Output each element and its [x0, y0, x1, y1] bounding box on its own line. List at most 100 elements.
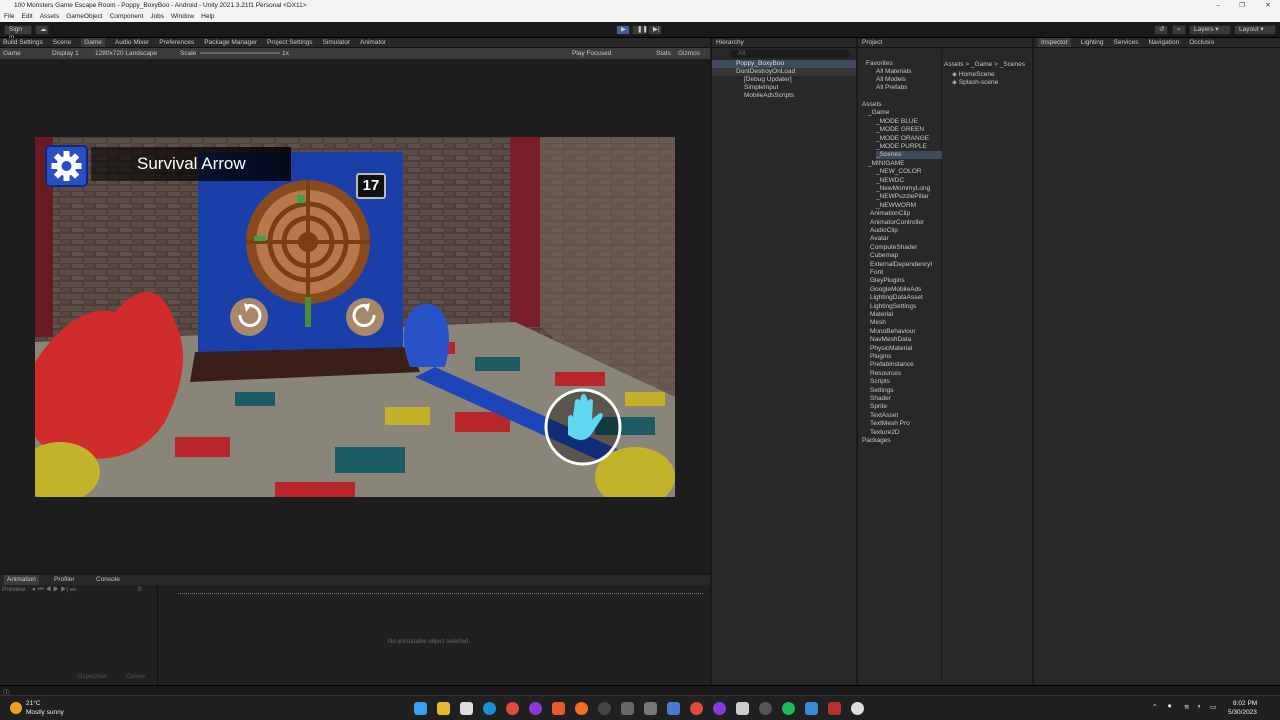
tab-navigation[interactable]: Navigation: [1148, 38, 1179, 47]
brave-icon[interactable]: [552, 702, 565, 715]
hierarchy-item[interactable]: Poppy_BoxyBoo: [712, 60, 856, 68]
play-focused-dropdown[interactable]: Play Focused: [572, 48, 611, 59]
start-icon[interactable]: [414, 702, 427, 715]
project-folder[interactable]: _MODE ORANGE: [876, 135, 929, 143]
clock-time[interactable]: 8:02 PM: [1233, 700, 1257, 707]
breadcrumb-assets[interactable]: Assets: [944, 61, 964, 68]
spotify-icon[interactable]: [782, 702, 795, 715]
history-icon[interactable]: ↺: [1154, 25, 1168, 35]
hierarchy-search-input[interactable]: All: [730, 50, 850, 58]
photos-icon[interactable]: [667, 702, 680, 715]
clock-date[interactable]: 5/30/2023: [1228, 709, 1257, 716]
github-icon[interactable]: [759, 702, 772, 715]
tab-audio-mixer[interactable]: Audio Mixer: [115, 38, 149, 47]
project-folder[interactable]: _NewMommyLong: [876, 185, 930, 193]
tab-services[interactable]: Services: [1114, 38, 1139, 47]
dopesheet-tab[interactable]: Dopesheet: [78, 674, 107, 680]
menu-assets[interactable]: Assets: [40, 12, 60, 22]
project-folder[interactable]: PrefabInstance: [870, 361, 914, 369]
project-folder[interactable]: GleyPlugins: [870, 277, 905, 285]
breadcrumb-scenes[interactable]: _Scenes: [1000, 61, 1025, 68]
timeline-ruler[interactable]: [178, 588, 703, 594]
wifi-icon[interactable]: ≋: [1184, 703, 1189, 711]
battery-icon[interactable]: ▭: [1210, 703, 1216, 711]
gizmos-dropdown[interactable]: Gizmos: [678, 48, 700, 59]
app-icon-2[interactable]: [713, 702, 726, 715]
menu-jobs[interactable]: Jobs: [150, 12, 164, 22]
menu-window[interactable]: Window: [171, 12, 194, 22]
tab-console[interactable]: Console: [96, 575, 120, 585]
media-player-icon[interactable]: [598, 702, 611, 715]
volume-icon[interactable]: ◖: [1197, 703, 1201, 710]
project-folder[interactable]: NavMeshData: [870, 336, 911, 344]
unity-hub-icon[interactable]: [736, 702, 749, 715]
frame-field[interactable]: 0: [138, 586, 142, 593]
unity-icon[interactable]: [851, 702, 864, 715]
minimize-button[interactable]: –: [1206, 0, 1230, 12]
project-folder[interactable]: _Game: [868, 109, 889, 117]
settings-button[interactable]: [45, 145, 88, 187]
game-render[interactable]: Survival Arrow 17: [35, 137, 675, 497]
tab-animator[interactable]: Animator: [360, 38, 386, 47]
menu-edit[interactable]: Edit: [21, 12, 32, 22]
favorites-header[interactable]: Favorites: [866, 60, 893, 68]
project-folder[interactable]: LightingDataAsset: [870, 294, 923, 302]
tab-build-settings[interactable]: Build Settings: [3, 38, 43, 47]
tab-project-settings[interactable]: Project Settings: [267, 38, 313, 47]
project-folder[interactable]: Shader: [870, 395, 891, 403]
app-icon[interactable]: [529, 702, 542, 715]
tab-game[interactable]: Game: [81, 38, 105, 47]
resolution-dropdown[interactable]: 1280x720 Landscape: [95, 48, 157, 59]
preview-toggle[interactable]: Preview: [2, 586, 25, 593]
record-button[interactable]: ● ⏮ ◀ ▶ ▶| ⏭: [32, 586, 76, 594]
tab-profiler[interactable]: Profiler: [54, 575, 75, 585]
project-folder[interactable]: TextAsset: [870, 412, 898, 420]
sign-in-button[interactable]: Sign in: [4, 25, 32, 41]
menu-gameobject[interactable]: GameObject: [66, 12, 103, 22]
project-folder[interactable]: ExternalDependencyI: [870, 261, 932, 269]
project-folder[interactable]: PhysicMaterial: [870, 345, 912, 353]
stats-button[interactable]: Stats: [656, 48, 671, 59]
hierarchy-item[interactable]: DontDestroyOnLoad: [712, 68, 856, 76]
settings-icon[interactable]: [644, 702, 657, 715]
file-item[interactable]: ◈ HomeScene: [952, 71, 995, 79]
close-button[interactable]: ✕: [1256, 0, 1280, 12]
chevron-up-icon[interactable]: ⌃: [1152, 703, 1157, 711]
project-folder[interactable]: _NEWDC: [876, 177, 904, 185]
step-button[interactable]: ▶|: [648, 25, 662, 35]
firefox-icon[interactable]: [575, 702, 588, 715]
menu-help[interactable]: Help: [201, 12, 214, 22]
notepad-icon[interactable]: [460, 702, 473, 715]
project-folder[interactable]: AudioClip: [870, 227, 898, 235]
calculator-icon[interactable]: [621, 702, 634, 715]
tab-package-manager[interactable]: Package Manager: [204, 38, 257, 47]
project-folder[interactable]: Settings: [870, 387, 894, 395]
project-folder[interactable]: AnimatorController: [870, 219, 924, 227]
layers-dropdown[interactable]: Layers ▾: [1189, 25, 1231, 35]
project-folder[interactable]: Texture2D: [870, 429, 900, 437]
project-folder[interactable]: _MODE BLUE: [876, 118, 918, 126]
rotate-right-button[interactable]: [346, 298, 384, 336]
project-folder[interactable]: MonoBehaviour: [870, 328, 916, 336]
project-folder[interactable]: _NEW_COLOR: [876, 168, 922, 176]
curves-tab[interactable]: Curves: [126, 674, 145, 680]
layout-dropdown[interactable]: Layout ▾: [1234, 25, 1276, 35]
project-folder[interactable]: Packages: [862, 437, 891, 445]
edge-icon[interactable]: [483, 702, 496, 715]
chrome-icon[interactable]: [506, 702, 519, 715]
tab-preferences[interactable]: Preferences: [159, 38, 194, 47]
pause-button[interactable]: ❚❚: [632, 25, 648, 35]
display-dropdown[interactable]: Display 1: [52, 48, 79, 59]
project-folder[interactable]: _NEWPuzzlePillar: [876, 193, 929, 201]
project-folder[interactable]: _MINIGAME: [868, 160, 904, 168]
tab-simulator[interactable]: Simulator: [323, 38, 350, 47]
scale-slider[interactable]: [200, 52, 280, 54]
project-folder[interactable]: AnimationClip: [870, 210, 910, 218]
cloud-icon[interactable]: ☁: [35, 25, 49, 35]
menu-component[interactable]: Component: [110, 12, 144, 22]
app-icon-4[interactable]: [828, 702, 841, 715]
favorite-item[interactable]: All Materials: [876, 68, 911, 76]
tab-inspector[interactable]: Inspector: [1038, 38, 1071, 47]
project-folder[interactable]: Scripts: [870, 378, 890, 386]
project-folder[interactable]: ComputeShader: [870, 244, 917, 252]
